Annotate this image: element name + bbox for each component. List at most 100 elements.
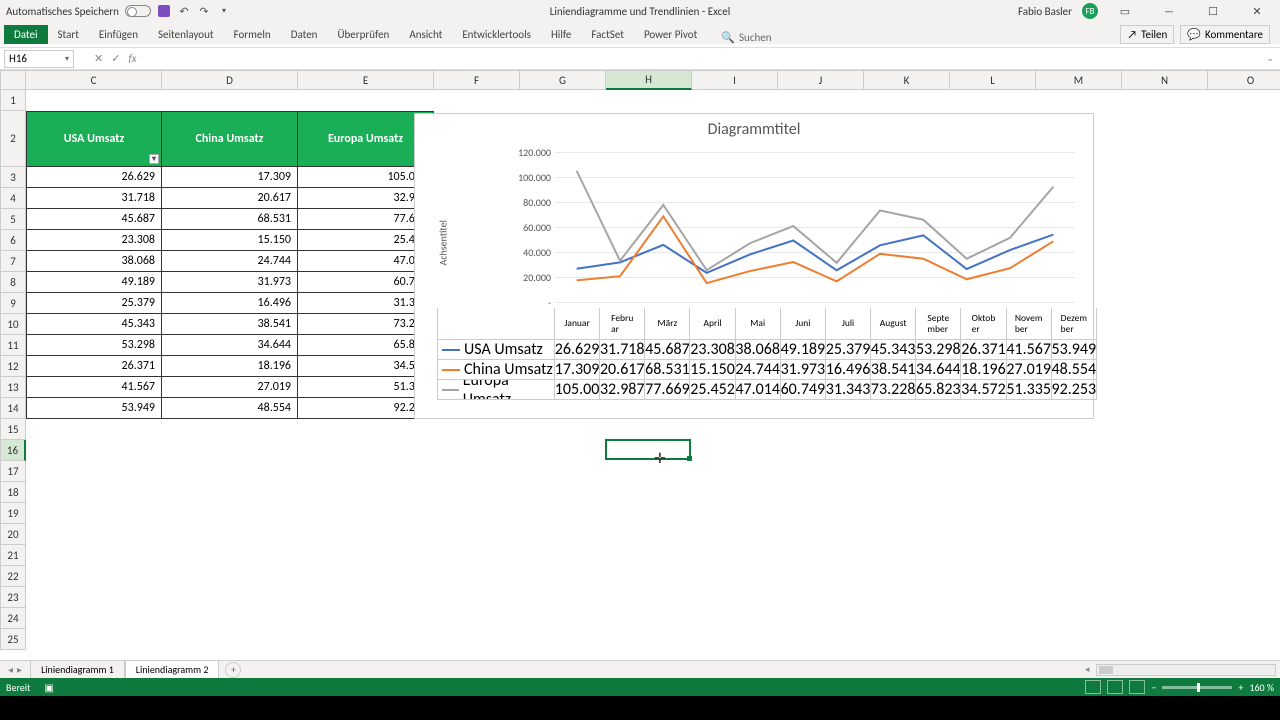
row-header[interactable]: 9: [0, 293, 26, 314]
chart-series-line[interactable]: [577, 235, 1054, 273]
table-cell[interactable]: 24.744: [162, 251, 298, 272]
share-button[interactable]: ↗ Teilen: [1120, 25, 1174, 44]
table-cell[interactable]: 53.949: [26, 398, 162, 419]
row-header[interactable]: 20: [0, 524, 26, 545]
chart-legend-item[interactable]: Europa Umsatz: [437, 380, 555, 400]
active-cell[interactable]: [605, 439, 691, 460]
horizontal-scrollbar[interactable]: ◂ ▸: [1096, 664, 1276, 676]
sheet-nav-prev-icon[interactable]: ◂: [8, 663, 13, 676]
row-header[interactable]: 6: [0, 230, 26, 251]
ribbon-tab-factset[interactable]: FactSet: [581, 25, 634, 44]
name-box[interactable]: H16 ▾: [4, 50, 74, 68]
redo-icon[interactable]: ↷: [197, 4, 211, 18]
row-header[interactable]: 7: [0, 251, 26, 272]
zoom-level[interactable]: 160 %: [1249, 681, 1274, 694]
filter-icon[interactable]: ▾: [149, 154, 159, 164]
expand-formula-icon[interactable]: ⌄: [1260, 53, 1280, 64]
table-cell[interactable]: 23.308: [26, 230, 162, 251]
column-header[interactable]: I: [692, 70, 778, 90]
y-axis-title[interactable]: Achsentitel: [437, 186, 450, 266]
row-header[interactable]: 13: [0, 377, 26, 398]
undo-icon[interactable]: ↶: [177, 4, 191, 18]
ribbon-display-icon[interactable]: ▭: [1108, 1, 1142, 21]
table-cell[interactable]: 38.068: [26, 251, 162, 272]
worksheet-grid[interactable]: CDEFGHIJKLMNO123456789101112131415161718…: [0, 70, 1280, 660]
qat-dropdown-icon[interactable]: ▾: [217, 4, 231, 18]
row-header[interactable]: 3: [0, 167, 26, 188]
table-cell[interactable]: 45.687: [26, 209, 162, 230]
table-cell[interactable]: 38.541: [162, 314, 298, 335]
table-header[interactable]: China Umsatz: [162, 111, 298, 167]
table-cell[interactable]: 31.718: [26, 188, 162, 209]
zoom-in-icon[interactable]: +: [1238, 681, 1243, 694]
row-header[interactable]: 19: [0, 503, 26, 524]
row-header[interactable]: 17: [0, 461, 26, 482]
chart-series-line[interactable]: [577, 216, 1054, 283]
table-cell[interactable]: 31.973: [162, 272, 298, 293]
column-header[interactable]: L: [950, 70, 1036, 90]
minimize-icon[interactable]: —: [1152, 1, 1186, 21]
table-cell[interactable]: 16.496: [162, 293, 298, 314]
table-cell[interactable]: 45.343: [26, 314, 162, 335]
formula-input[interactable]: [143, 50, 1261, 68]
ribbon-tab-start[interactable]: Start: [48, 25, 89, 44]
row-header[interactable]: 22: [0, 566, 26, 587]
view-break-icon[interactable]: [1129, 680, 1145, 694]
table-cell[interactable]: 17.309: [162, 167, 298, 188]
autosave-toggle[interactable]: [125, 5, 151, 17]
zoom-slider[interactable]: [1162, 686, 1232, 689]
row-header[interactable]: 2: [0, 111, 26, 167]
add-sheet-button[interactable]: +: [225, 662, 241, 678]
line-chart[interactable]: DiagrammtitelAchsentitel120.000100.00080…: [414, 113, 1094, 419]
row-header[interactable]: 21: [0, 545, 26, 566]
ribbon-tab-daten[interactable]: Daten: [281, 25, 328, 44]
column-header[interactable]: O: [1208, 70, 1280, 90]
column-header[interactable]: D: [162, 70, 298, 90]
chart-title[interactable]: Diagrammtitel: [415, 114, 1093, 145]
column-header[interactable]: J: [778, 70, 864, 90]
table-cell[interactable]: 53.298: [26, 335, 162, 356]
view-layout-icon[interactable]: [1107, 680, 1123, 694]
row-header[interactable]: 5: [0, 209, 26, 230]
row-header[interactable]: 15: [0, 419, 26, 440]
table-cell[interactable]: 41.567: [26, 377, 162, 398]
row-header[interactable]: 1: [0, 90, 26, 111]
table-header[interactable]: USA Umsatz▾: [26, 111, 162, 167]
confirm-icon[interactable]: ✓: [111, 52, 120, 65]
ribbon-tab-entwicklertools[interactable]: Entwicklertools: [452, 25, 541, 44]
row-header[interactable]: 8: [0, 272, 26, 293]
zoom-out-icon[interactable]: −: [1151, 681, 1156, 694]
view-normal-icon[interactable]: [1085, 680, 1101, 694]
ribbon-tab-datei[interactable]: Datei: [4, 25, 48, 44]
table-cell[interactable]: 25.379: [26, 293, 162, 314]
cancel-icon[interactable]: ✕: [94, 52, 103, 65]
maximize-icon[interactable]: ☐: [1196, 1, 1230, 21]
row-header[interactable]: 10: [0, 314, 26, 335]
column-header[interactable]: M: [1036, 70, 1122, 90]
row-header[interactable]: 11: [0, 335, 26, 356]
table-cell[interactable]: 34.644: [162, 335, 298, 356]
table-cell[interactable]: 18.196: [162, 356, 298, 377]
column-header[interactable]: E: [298, 70, 434, 90]
table-cell[interactable]: 26.371: [26, 356, 162, 377]
column-header[interactable]: K: [864, 70, 950, 90]
row-header[interactable]: 14: [0, 398, 26, 419]
row-header[interactable]: 4: [0, 188, 26, 209]
column-header[interactable]: N: [1122, 70, 1208, 90]
row-header[interactable]: 24: [0, 608, 26, 629]
user-avatar[interactable]: FB: [1082, 3, 1098, 19]
sheet-tab[interactable]: Liniendiagramm 2: [125, 660, 220, 680]
table-cell[interactable]: 15.150: [162, 230, 298, 251]
save-icon[interactable]: [157, 4, 171, 18]
chart-legend-item[interactable]: USA Umsatz: [437, 340, 555, 360]
close-icon[interactable]: ✕: [1240, 1, 1274, 21]
row-header[interactable]: 23: [0, 587, 26, 608]
ribbon-tab-seitenlayout[interactable]: Seitenlayout: [148, 25, 224, 44]
sheet-nav-next-icon[interactable]: ▸: [17, 663, 22, 676]
table-cell[interactable]: 68.531: [162, 209, 298, 230]
row-header[interactable]: 25: [0, 629, 26, 650]
table-cell[interactable]: 26.629: [26, 167, 162, 188]
sheet-tab[interactable]: Liniendiagramm 1: [30, 660, 125, 680]
column-header[interactable]: F: [434, 70, 520, 90]
row-header[interactable]: 12: [0, 356, 26, 377]
